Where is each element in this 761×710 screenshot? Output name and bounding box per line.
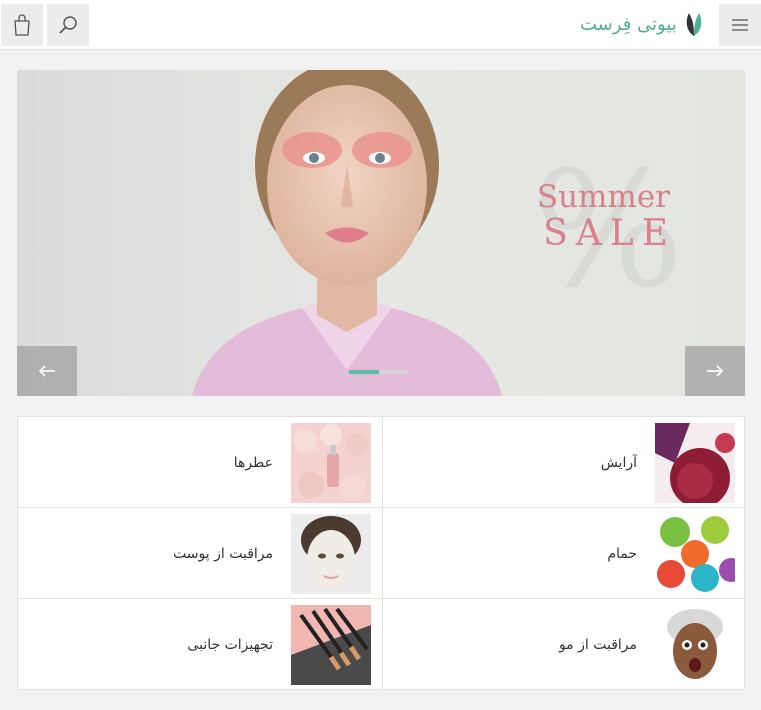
category-accessories[interactable]: تجهیزات جانبی [18,599,381,690]
hamburger-menu-icon [732,19,748,31]
category-haircare[interactable]: مراقبت از مو [382,599,745,690]
category-label: حمام [607,545,637,562]
search-icon [59,16,77,34]
category-label: آرایش [600,454,637,471]
site-logo[interactable]: بیوتی فِرست [580,8,705,40]
category-label: مراقبت از پوست [173,545,273,562]
category-label: عطرها [233,454,273,471]
sale-headline-line2: SALE [543,213,676,254]
skincare-image [291,514,371,594]
leaf-logo-icon [686,13,702,36]
arrow-right-icon [707,365,724,377]
haircare-image [655,605,735,685]
category-grid: آرایش عطرها حمام مراقبت از پوست مراقبت ا… [17,416,745,690]
logo-text: بیوتی فِرست [580,13,677,35]
search-button[interactable] [47,4,89,46]
category-label: تجهیزات جانبی [187,636,273,653]
bath-image [655,514,735,594]
makeup-image [655,423,735,503]
hero-slider[interactable]: % Summer SALE [17,70,745,396]
cart-button[interactable] [1,4,43,46]
slider-next-button[interactable] [685,346,745,396]
slider-pagination [349,370,409,374]
menu-button[interactable] [719,4,761,46]
accessories-image [291,605,371,685]
category-makeup[interactable]: آرایش [382,417,745,508]
slider-dot-2[interactable] [379,370,409,374]
slider-dot-1[interactable] [349,370,379,374]
perfume-image [291,423,371,503]
category-bath[interactable]: حمام [382,508,745,599]
arrow-left-icon [38,365,55,377]
top-header: بیوتی فِرست [0,0,761,50]
category-skincare[interactable]: مراقبت از پوست [18,508,381,599]
category-label: مراقبت از مو [558,636,637,653]
shopping-bag-icon [14,14,30,36]
sale-headline-line1: Summer [536,179,670,215]
category-perfume[interactable]: عطرها [18,417,381,508]
sale-headline: Summer SALE [510,180,670,254]
slider-prev-button[interactable] [17,346,77,396]
